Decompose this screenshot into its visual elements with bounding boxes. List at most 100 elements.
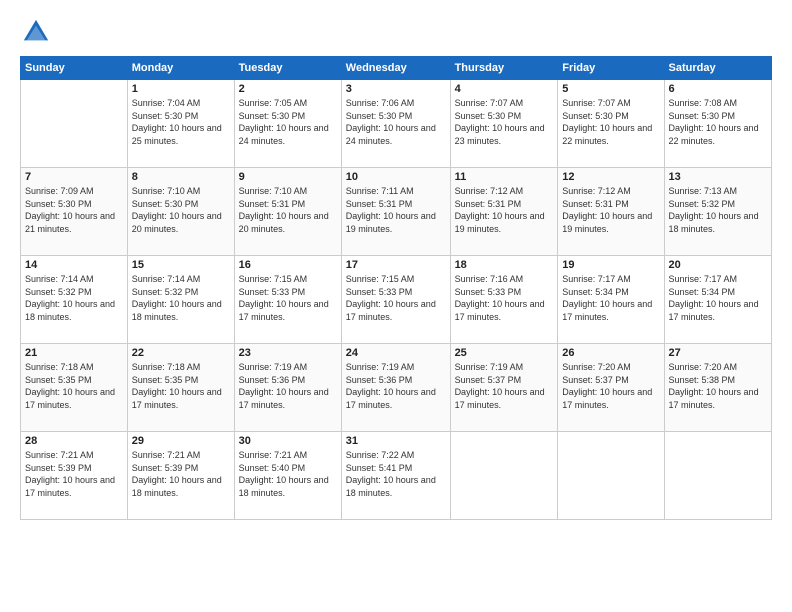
day-number: 4 [455, 83, 554, 95]
calendar-cell: 15 Sunrise: 7:14 AMSunset: 5:32 PMDayligh… [127, 256, 234, 344]
day-number: 9 [239, 171, 337, 183]
day-number: 18 [455, 259, 554, 271]
day-info: Sunrise: 7:22 AMSunset: 5:41 PMDaylight:… [346, 449, 446, 499]
day-info: Sunrise: 7:06 AMSunset: 5:30 PMDaylight:… [346, 97, 446, 147]
day-info: Sunrise: 7:11 AMSunset: 5:31 PMDaylight:… [346, 185, 446, 235]
logo-icon [22, 18, 50, 46]
calendar-cell: 1Sunrise: 7:04 AMSunset: 5:30 PMDaylight… [127, 80, 234, 168]
calendar-cell: 19 Sunrise: 7:17 AMSunset: 5:34 PMDayligh… [558, 256, 664, 344]
calendar-cell: 13 Sunrise: 7:13 AMSunset: 5:32 PMDayligh… [664, 168, 771, 256]
day-info: Sunrise: 7:07 AMSunset: 5:30 PMDaylight:… [455, 97, 554, 147]
day-number: 17 [346, 259, 446, 271]
day-info: Sunrise: 7:10 AMSunset: 5:31 PMDaylight:… [239, 185, 337, 235]
calendar-cell: 17 Sunrise: 7:15 AMSunset: 5:33 PMDayligh… [341, 256, 450, 344]
page: SundayMondayTuesdayWednesdayThursdayFrid… [0, 0, 792, 612]
header-day-saturday: Saturday [664, 57, 771, 80]
day-number: 2 [239, 83, 337, 95]
calendar-cell: 3Sunrise: 7:06 AMSunset: 5:30 PMDaylight… [341, 80, 450, 168]
calendar-cell: 31 Sunrise: 7:22 AMSunset: 5:41 PMDayligh… [341, 432, 450, 520]
calendar-cell: 27 Sunrise: 7:20 AMSunset: 5:38 PMDayligh… [664, 344, 771, 432]
calendar-cell: 26 Sunrise: 7:20 AMSunset: 5:37 PMDayligh… [558, 344, 664, 432]
day-info: Sunrise: 7:20 AMSunset: 5:37 PMDaylight:… [562, 361, 659, 411]
day-number: 10 [346, 171, 446, 183]
day-info: Sunrise: 7:21 AMSunset: 5:39 PMDaylight:… [25, 449, 123, 499]
day-number: 21 [25, 347, 123, 359]
calendar-cell: 28Sunrise: 7:21 AMSunset: 5:39 PMDayligh… [21, 432, 128, 520]
day-number: 26 [562, 347, 659, 359]
day-info: Sunrise: 7:10 AMSunset: 5:30 PMDaylight:… [132, 185, 230, 235]
header-day-thursday: Thursday [450, 57, 558, 80]
calendar-table: SundayMondayTuesdayWednesdayThursdayFrid… [20, 56, 772, 520]
calendar-cell: 18 Sunrise: 7:16 AMSunset: 5:33 PMDayligh… [450, 256, 558, 344]
calendar-cell: 2 Sunrise: 7:05 AMSunset: 5:30 PMDaylight… [234, 80, 341, 168]
day-info: Sunrise: 7:12 AMSunset: 5:31 PMDaylight:… [455, 185, 554, 235]
day-number: 15 [132, 259, 230, 271]
day-number: 16 [239, 259, 337, 271]
header-day-wednesday: Wednesday [341, 57, 450, 80]
day-info: Sunrise: 7:16 AMSunset: 5:33 PMDaylight:… [455, 273, 554, 323]
calendar-cell: 21 Sunrise: 7:18 AMSunset: 5:35 PMDayligh… [21, 344, 128, 432]
calendar-cell: 8 Sunrise: 7:10 AMSunset: 5:30 PMDaylight… [127, 168, 234, 256]
day-info: Sunrise: 7:17 AMSunset: 5:34 PMDaylight:… [562, 273, 659, 323]
day-number: 8 [132, 171, 230, 183]
day-info: Sunrise: 7:18 AMSunset: 5:35 PMDaylight:… [25, 361, 123, 411]
day-info: Sunrise: 7:12 AMSunset: 5:31 PMDaylight:… [562, 185, 659, 235]
day-number: 12 [562, 171, 659, 183]
day-info: Sunrise: 7:13 AMSunset: 5:32 PMDaylight:… [669, 185, 767, 235]
calendar-cell [450, 432, 558, 520]
calendar-cell: 5 Sunrise: 7:07 AMSunset: 5:30 PMDaylight… [558, 80, 664, 168]
calendar-week-5: 28Sunrise: 7:21 AMSunset: 5:39 PMDayligh… [21, 432, 772, 520]
day-number: 23 [239, 347, 337, 359]
calendar-cell: 9 Sunrise: 7:10 AMSunset: 5:31 PMDaylight… [234, 168, 341, 256]
calendar-cell: 14 Sunrise: 7:14 AMSunset: 5:32 PMDayligh… [21, 256, 128, 344]
day-number: 11 [455, 171, 554, 183]
calendar-cell: 10 Sunrise: 7:11 AMSunset: 5:31 PMDayligh… [341, 168, 450, 256]
day-number: 5 [562, 83, 659, 95]
day-number: 14 [25, 259, 123, 271]
header [20, 18, 772, 46]
calendar-cell [558, 432, 664, 520]
day-info: Sunrise: 7:21 AMSunset: 5:40 PMDaylight:… [239, 449, 337, 499]
calendar-cell: 16 Sunrise: 7:15 AMSunset: 5:33 PMDayligh… [234, 256, 341, 344]
day-info: Sunrise: 7:14 AMSunset: 5:32 PMDaylight:… [25, 273, 123, 323]
calendar-cell: 29 Sunrise: 7:21 AMSunset: 5:39 PMDayligh… [127, 432, 234, 520]
day-info: Sunrise: 7:18 AMSunset: 5:35 PMDaylight:… [132, 361, 230, 411]
day-info: Sunrise: 7:07 AMSunset: 5:30 PMDaylight:… [562, 97, 659, 147]
calendar-cell: 22Sunrise: 7:18 AMSunset: 5:35 PMDayligh… [127, 344, 234, 432]
day-info: Sunrise: 7:21 AMSunset: 5:39 PMDaylight:… [132, 449, 230, 499]
calendar-week-4: 21 Sunrise: 7:18 AMSunset: 5:35 PMDayligh… [21, 344, 772, 432]
day-number: 25 [455, 347, 554, 359]
day-number: 19 [562, 259, 659, 271]
calendar-week-1: 1Sunrise: 7:04 AMSunset: 5:30 PMDaylight… [21, 80, 772, 168]
calendar-cell [664, 432, 771, 520]
day-number: 13 [669, 171, 767, 183]
day-number: 29 [132, 435, 230, 447]
calendar-cell: 20Sunrise: 7:17 AMSunset: 5:34 PMDayligh… [664, 256, 771, 344]
day-info: Sunrise: 7:05 AMSunset: 5:30 PMDaylight:… [239, 97, 337, 147]
day-info: Sunrise: 7:14 AMSunset: 5:32 PMDaylight:… [132, 273, 230, 323]
calendar-cell [21, 80, 128, 168]
calendar-cell: 25 Sunrise: 7:19 AMSunset: 5:37 PMDayligh… [450, 344, 558, 432]
day-info: Sunrise: 7:09 AMSunset: 5:30 PMDaylight:… [25, 185, 123, 235]
day-info: Sunrise: 7:08 AMSunset: 5:30 PMDaylight:… [669, 97, 767, 147]
calendar-cell: 7 Sunrise: 7:09 AMSunset: 5:30 PMDaylight… [21, 168, 128, 256]
day-info: Sunrise: 7:19 AMSunset: 5:37 PMDaylight:… [455, 361, 554, 411]
header-day-monday: Monday [127, 57, 234, 80]
day-info: Sunrise: 7:19 AMSunset: 5:36 PMDaylight:… [346, 361, 446, 411]
calendar-cell: 11 Sunrise: 7:12 AMSunset: 5:31 PMDayligh… [450, 168, 558, 256]
day-number: 31 [346, 435, 446, 447]
calendar-cell: 30Sunrise: 7:21 AMSunset: 5:40 PMDayligh… [234, 432, 341, 520]
day-info: Sunrise: 7:15 AMSunset: 5:33 PMDaylight:… [346, 273, 446, 323]
calendar-week-3: 14 Sunrise: 7:14 AMSunset: 5:32 PMDayligh… [21, 256, 772, 344]
calendar-cell: 12 Sunrise: 7:12 AMSunset: 5:31 PMDayligh… [558, 168, 664, 256]
calendar-week-2: 7 Sunrise: 7:09 AMSunset: 5:30 PMDaylight… [21, 168, 772, 256]
calendar-cell: 24Sunrise: 7:19 AMSunset: 5:36 PMDayligh… [341, 344, 450, 432]
day-number: 7 [25, 171, 123, 183]
logo [20, 18, 52, 46]
day-info: Sunrise: 7:20 AMSunset: 5:38 PMDaylight:… [669, 361, 767, 411]
day-number: 27 [669, 347, 767, 359]
calendar-cell: 23Sunrise: 7:19 AMSunset: 5:36 PMDayligh… [234, 344, 341, 432]
day-info: Sunrise: 7:15 AMSunset: 5:33 PMDaylight:… [239, 273, 337, 323]
header-day-friday: Friday [558, 57, 664, 80]
day-number: 6 [669, 83, 767, 95]
